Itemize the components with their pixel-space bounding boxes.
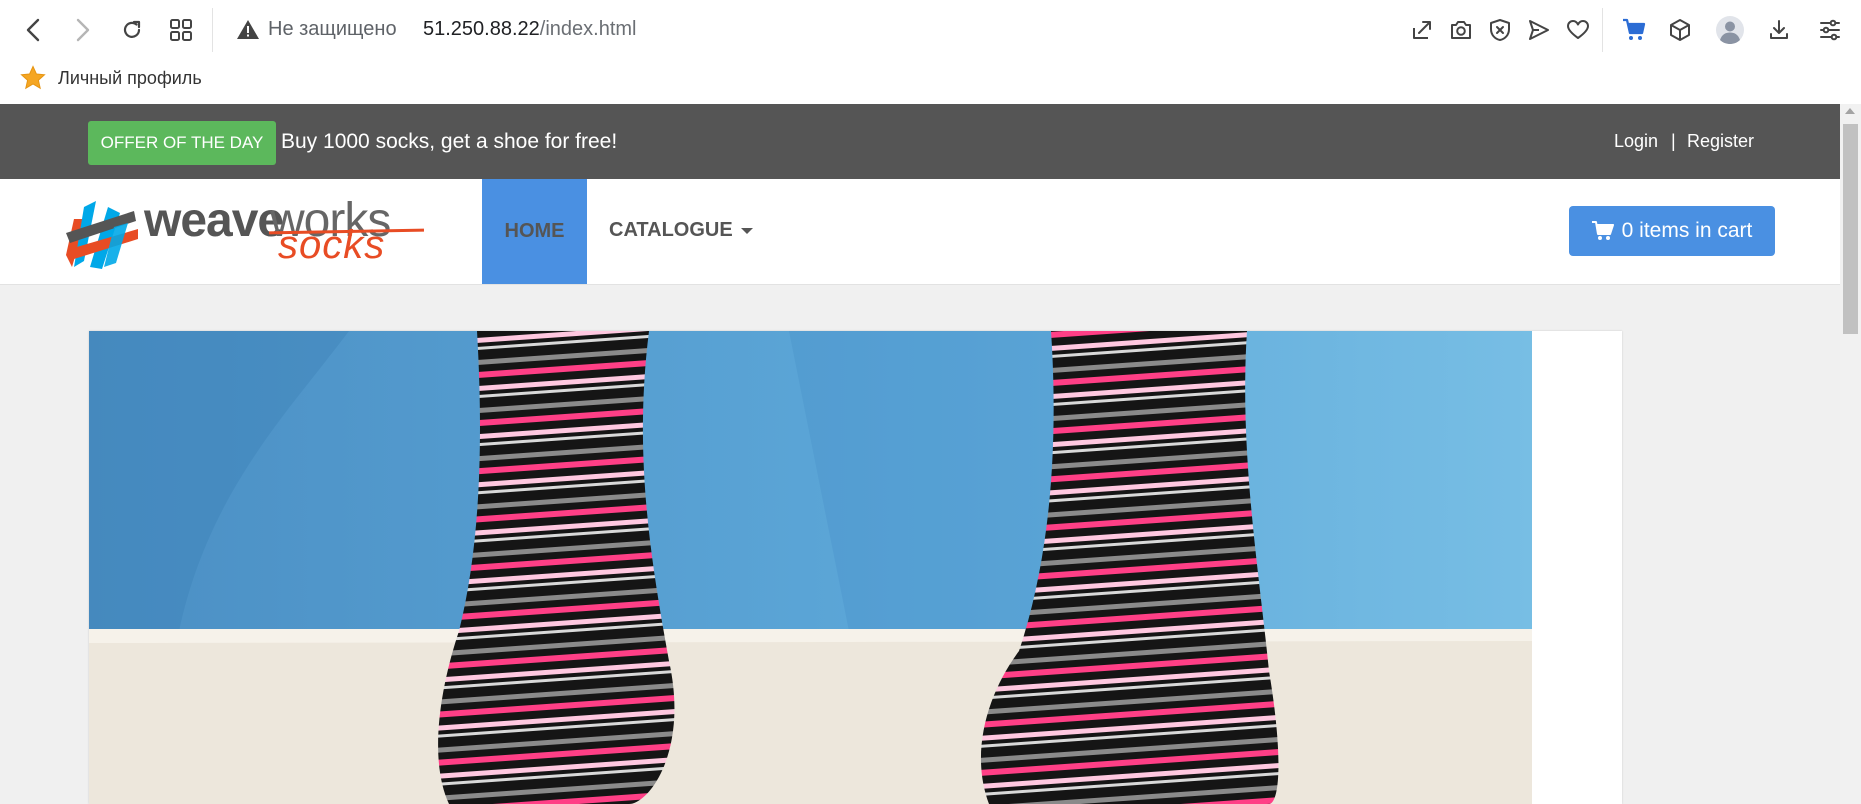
weaveworks-mark-icon	[66, 201, 138, 269]
extensions-button[interactable]	[1664, 14, 1696, 46]
back-button[interactable]	[16, 12, 52, 48]
share-button[interactable]	[1406, 14, 1438, 46]
shield-block-icon	[1490, 19, 1510, 41]
offer-bar: OFFER OF THE DAY Buy 1000 socks, get a s…	[0, 104, 1840, 179]
profile-button[interactable]	[1714, 14, 1746, 46]
offer-badge[interactable]: OFFER OF THE DAY	[88, 121, 276, 165]
send-icon	[1529, 20, 1549, 40]
browser-toolbar: Не защищено 51.250.88.22/index.html	[0, 0, 1861, 60]
toolbar-divider	[1602, 8, 1603, 52]
screenshot-button[interactable]	[1445, 14, 1477, 46]
cart-label: 0 items in cart	[1621, 219, 1753, 242]
web-page: OFFER OF THE DAY Buy 1000 socks, get a s…	[0, 104, 1840, 804]
back-arrow-icon	[26, 18, 40, 42]
reload-button[interactable]	[114, 12, 150, 48]
grid-icon	[170, 19, 192, 41]
scroll-thumb[interactable]	[1843, 124, 1858, 334]
login-link[interactable]: Login	[1614, 131, 1658, 152]
forward-button[interactable]	[64, 12, 100, 48]
avatar-icon	[1716, 16, 1744, 44]
address-bar[interactable]: 51.250.88.22/index.html	[423, 18, 637, 41]
camera-icon	[1451, 21, 1471, 39]
share-icon	[1413, 21, 1431, 39]
main-navbar: weave works socks HOME CATALOGUE 0 items…	[0, 179, 1840, 285]
warning-icon[interactable]	[236, 18, 260, 45]
bookmarks-bar	[0, 60, 1861, 104]
shopping-cart-icon	[1591, 221, 1614, 240]
speed-dial-button[interactable]	[163, 12, 199, 48]
download-icon	[1770, 20, 1788, 39]
weaveworks-socks-logo[interactable]: weave works socks	[64, 193, 425, 273]
cart-button[interactable]: 0 items in cart	[1569, 206, 1775, 256]
auth-separator: |	[1671, 131, 1676, 151]
scroll-up-arrow-icon[interactable]	[1845, 108, 1855, 114]
url-host: 51.250.88.22	[423, 18, 540, 40]
shopping-button[interactable]	[1618, 14, 1650, 46]
cart-icon	[1623, 18, 1646, 40]
bookmark-profile[interactable]: Личный профиль	[58, 68, 202, 89]
hero-carousel[interactable]	[89, 331, 1622, 804]
star-icon	[20, 65, 46, 96]
forward-arrow-icon	[76, 18, 90, 42]
adblock-button[interactable]	[1484, 14, 1516, 46]
page-scrollbar[interactable]	[1840, 104, 1861, 804]
logo-socks-text: socks	[278, 223, 386, 267]
toolbar-divider	[212, 8, 213, 52]
hero-socks-image	[89, 331, 1622, 804]
nav-catalogue[interactable]: CATALOGUE	[609, 219, 753, 242]
send-button[interactable]	[1523, 14, 1555, 46]
favorites-button[interactable]	[1562, 14, 1594, 46]
register-link[interactable]: Register	[1687, 131, 1754, 152]
logo-weave-text: weave	[144, 194, 284, 247]
nav-catalogue-label: CATALOGUE	[609, 219, 733, 241]
heart-icon	[1567, 20, 1589, 39]
nav-home[interactable]: HOME	[482, 179, 587, 284]
cube-icon	[1670, 19, 1690, 41]
sliders-icon	[1820, 19, 1840, 41]
settings-button[interactable]	[1814, 14, 1846, 46]
caret-down-icon	[740, 227, 753, 234]
offer-text: Buy 1000 socks, get a shoe for free!	[281, 130, 618, 153]
url-path: /index.html	[539, 18, 637, 40]
downloads-button[interactable]	[1763, 14, 1795, 46]
security-label[interactable]: Не защищено	[268, 18, 397, 41]
reload-icon	[123, 20, 141, 38]
